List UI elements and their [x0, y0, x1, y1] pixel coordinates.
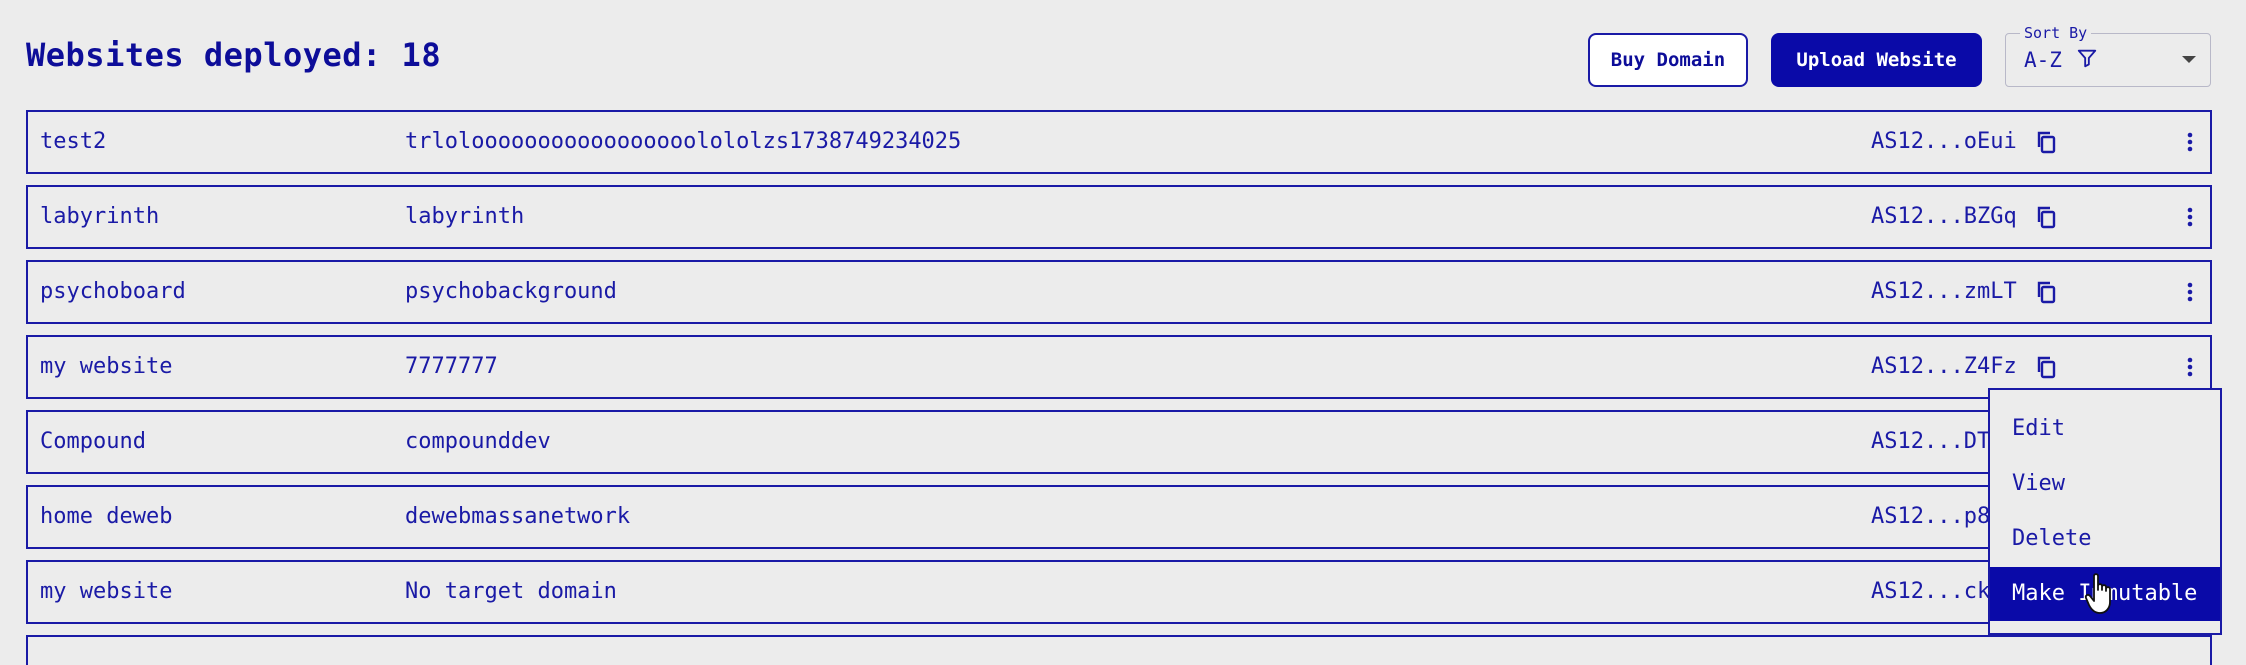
- website-name: Compound: [40, 429, 146, 454]
- copy-icon[interactable]: [2034, 355, 2058, 379]
- website-address: AS12...BZGq: [1871, 204, 2017, 229]
- menu-item-delete[interactable]: Delete: [1990, 512, 2220, 566]
- menu-item-view[interactable]: View: [1990, 457, 2220, 511]
- website-name: my website: [40, 579, 173, 604]
- copy-icon[interactable]: [2034, 205, 2058, 229]
- website-address: AS12...p8: [1871, 504, 1991, 529]
- sort-by-select[interactable]: Sort By A-Z: [2005, 24, 2211, 87]
- website-domain: compounddev: [405, 429, 551, 454]
- website-name: test2: [40, 129, 107, 154]
- kebab-menu-icon[interactable]: [2178, 205, 2202, 229]
- website-row: Compound compounddev AS12...DT: [26, 410, 2212, 474]
- website-domain: dewebmassanetwork: [405, 504, 631, 529]
- website-domain: psychobackground: [405, 279, 617, 304]
- kebab-menu-icon[interactable]: [2178, 130, 2202, 154]
- filter-icon: [2077, 49, 2097, 68]
- website-address: AS12...ck: [1871, 579, 1991, 604]
- website-name: labyrinth: [40, 204, 160, 229]
- chevron-down-icon[interactable]: [2182, 56, 2196, 63]
- website-row: my website No target domain AS12...ck: [26, 560, 2212, 624]
- website-domain: trlolooooooooooooooooolololzs17387492340…: [405, 129, 962, 154]
- kebab-menu-icon[interactable]: [2178, 355, 2202, 379]
- upload-website-button[interactable]: Upload Website: [1771, 33, 1982, 87]
- page-title: Websites deployed: 18: [26, 36, 442, 74]
- website-address: AS12...DT: [1871, 429, 1991, 454]
- website-row: [26, 635, 2212, 665]
- website-domain: No target domain: [405, 579, 617, 604]
- website-domain: 7777777: [405, 354, 498, 379]
- website-name: home deweb: [40, 504, 173, 529]
- website-row: my website 7777777 AS12...Z4Fz: [26, 335, 2212, 399]
- page-header: Websites deployed: 18 Buy Domain Upload …: [0, 0, 2246, 110]
- menu-item-edit[interactable]: Edit: [1990, 402, 2220, 456]
- copy-icon[interactable]: [2034, 280, 2058, 304]
- website-address: AS12...zmLT: [1871, 279, 2017, 304]
- website-address: AS12...oEui: [1871, 129, 2017, 154]
- website-name: my website: [40, 354, 173, 379]
- copy-icon[interactable]: [2034, 130, 2058, 154]
- kebab-menu-icon[interactable]: [2178, 280, 2202, 304]
- website-row: test2 trlolooooooooooooooooolololzs17387…: [26, 110, 2212, 174]
- website-name: psychoboard: [40, 279, 186, 304]
- sort-by-label: Sort By: [2020, 24, 2092, 42]
- website-row: home deweb dewebmassanetwork AS12...p8: [26, 485, 2212, 549]
- buy-domain-button[interactable]: Buy Domain: [1588, 33, 1748, 87]
- website-row: psychoboard psychobackground AS12...zmLT: [26, 260, 2212, 324]
- sort-by-value: A-Z: [2024, 48, 2062, 72]
- website-domain: labyrinth: [405, 204, 525, 229]
- website-row: labyrinth labyrinth AS12...BZGq: [26, 185, 2212, 249]
- hand-cursor-icon: [2084, 573, 2111, 614]
